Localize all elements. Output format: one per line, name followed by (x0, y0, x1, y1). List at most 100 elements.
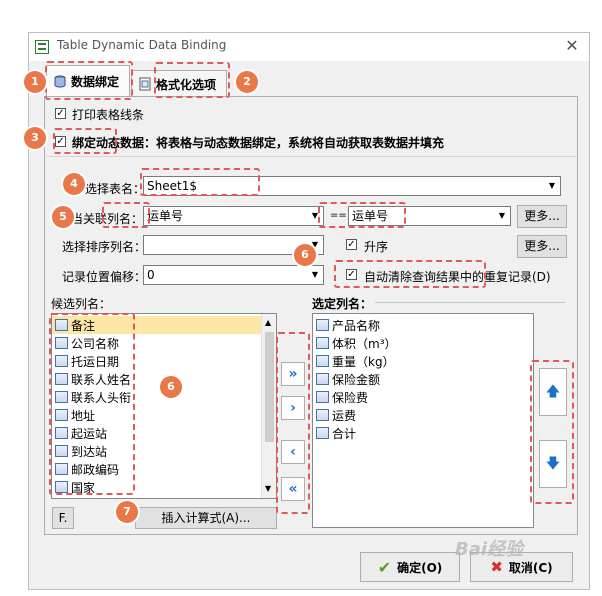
list-item-label: 托运日期 (71, 354, 120, 369)
watermark: Bai经验 (455, 539, 524, 560)
column-icon (55, 427, 68, 439)
f-button[interactable]: F. (52, 507, 74, 529)
select-table-combobox[interactable]: Sheet1$ ▼ (143, 176, 561, 196)
auto-clear-checkbox[interactable]: ✓ (346, 269, 357, 280)
bind-dynamic-checkbox[interactable]: ✓ (55, 136, 66, 147)
candidate-list-scrollbar[interactable]: ▲ ▼ (261, 314, 276, 498)
print-gridlines-label: 打印表格线条 (72, 108, 145, 122)
database-icon (54, 75, 66, 87)
move-all-left-button[interactable]: « (281, 477, 305, 501)
scroll-up-icon[interactable]: ▲ (265, 318, 271, 327)
arrow-down-icon: 🡇 (545, 456, 561, 472)
equals-sign: == (330, 210, 347, 221)
list-item[interactable]: 邮政编码 (52, 460, 261, 478)
more-button-sort[interactable]: 更多... (517, 235, 567, 258)
list-item[interactable]: 国家 (52, 478, 261, 496)
column-icon (55, 481, 68, 493)
list-item[interactable]: 地址 (52, 406, 261, 424)
ok-button[interactable]: ✔ 确定(O) (360, 552, 460, 582)
list-item-label: 保险费 (332, 390, 369, 405)
list-item[interactable]: 重量（kg） (313, 352, 533, 370)
related-column-combobox[interactable]: 运单号 ▼ (143, 206, 324, 226)
annotation-badge: 1 (24, 71, 46, 93)
print-gridlines-checkbox[interactable]: ✓ (55, 108, 66, 119)
offset-value: 0 (147, 268, 155, 282)
column-icon (55, 391, 68, 403)
column-icon (55, 319, 68, 331)
list-item[interactable]: 体积（m³） (313, 334, 533, 352)
move-right-button[interactable]: › (281, 396, 305, 420)
list-item-label: 重量（kg） (332, 354, 395, 369)
bind-dynamic-label: 绑定动态数据：将表格与动态数据绑定，系统将自动获取表数据并填充 (72, 136, 445, 150)
group-divider (375, 302, 565, 303)
column-icon (55, 373, 68, 385)
column-icon (55, 445, 68, 457)
scroll-down-icon[interactable]: ▼ (265, 484, 271, 493)
more-button-related[interactable]: 更多... (517, 205, 567, 228)
list-item[interactable]: 联系人头衔 (52, 388, 261, 406)
related-target-combobox[interactable]: 运单号 ▼ (348, 206, 511, 226)
offset-combobox[interactable]: 0 ▼ (143, 265, 324, 285)
chevron-down-icon: ▼ (307, 266, 323, 284)
list-item-label: 公司名称 (71, 336, 120, 351)
column-icon (55, 463, 68, 475)
list-item-label: 产品名称 (332, 318, 381, 333)
list-item-label: 到达站 (71, 444, 108, 459)
candidate-columns-list[interactable]: 备注公司名称托运日期 联系人姓名 联系人头衔地址起运站到达站邮政编码国家 ▲ ▼ (51, 313, 277, 499)
chevron-down-icon: ▼ (494, 207, 510, 225)
select-table-value: Sheet1$ (147, 179, 197, 193)
insert-formula-button[interactable]: 插入计算式(A)... (135, 507, 277, 529)
select-table-label: 选择表名： (85, 182, 146, 196)
annotation-badge: 5 (52, 206, 74, 228)
section-separator (46, 156, 576, 157)
list-item-label: 体积（m³） (332, 336, 397, 351)
move-all-right-button[interactable]: » (281, 362, 305, 386)
column-icon (316, 337, 329, 349)
selected-columns-list[interactable]: 产品名称体积（m³） 重量（kg） 保险金额保险费 运费合计 (312, 313, 534, 528)
annotation-badge: 6 (294, 244, 316, 266)
list-item[interactable]: 合计 (313, 424, 533, 442)
list-item[interactable]: 运费 (313, 406, 533, 424)
move-left-button[interactable]: ‹ (281, 440, 305, 464)
list-item[interactable]: 到达站 (52, 442, 261, 460)
chevron-down-icon: ▼ (544, 177, 560, 195)
list-item[interactable]: 起运站 (52, 424, 261, 442)
list-item[interactable]: 保险费 (313, 388, 533, 406)
tab-format-options[interactable]: 格式化选项 (131, 70, 227, 97)
annotation-badge: 7 (116, 501, 138, 523)
sort-column-label: 选择排序列名： (62, 240, 147, 254)
list-item[interactable]: 产品名称 (313, 316, 533, 334)
list-item[interactable]: 联系人姓名 (52, 370, 261, 388)
list-item-label: 保险金额 (332, 372, 381, 387)
annotation-badge: 2 (236, 71, 258, 93)
ascending-label: 升序 (364, 240, 389, 254)
list-item-label: 合计 (332, 426, 357, 441)
list-item-label: 起运站 (71, 426, 108, 441)
move-down-button[interactable]: 🡇 (539, 440, 567, 488)
column-icon (55, 337, 68, 349)
candidates-title: 候选列名： (51, 297, 112, 311)
list-item-label: 邮政编码 (71, 462, 120, 477)
close-icon[interactable]: ✕ (562, 36, 582, 56)
annotation-badge: 3 (24, 127, 46, 149)
list-item[interactable]: 保险金额 (313, 370, 533, 388)
list-item[interactable]: 公司名称 (52, 334, 261, 352)
tab-label: 格式化选项 (156, 77, 217, 92)
chevron-down-icon: ▼ (307, 207, 323, 225)
annotation-badge: 4 (63, 173, 85, 195)
ascending-checkbox[interactable]: ✓ (346, 239, 357, 250)
checkmark-icon: ✔ (377, 557, 392, 577)
arrow-up-icon: 🡅 (545, 384, 561, 400)
move-up-button[interactable]: 🡅 (539, 368, 567, 416)
related-column-value: 运单号 (147, 209, 184, 223)
tab-label: 数据绑定 (71, 75, 120, 89)
auto-clear-label: 自动清除查询结果中的重复记录(D) (364, 270, 551, 284)
selected-columns-title: 选定列名： (312, 297, 373, 311)
list-item[interactable]: 托运日期 (52, 352, 261, 370)
column-icon (316, 373, 329, 385)
tab-data-binding[interactable]: 数据绑定 (46, 65, 130, 97)
list-item[interactable]: 备注 (52, 316, 261, 334)
list-item-label: 地址 (71, 408, 96, 423)
scrollbar-thumb[interactable] (265, 332, 274, 442)
list-item-label: 国家 (71, 480, 96, 495)
